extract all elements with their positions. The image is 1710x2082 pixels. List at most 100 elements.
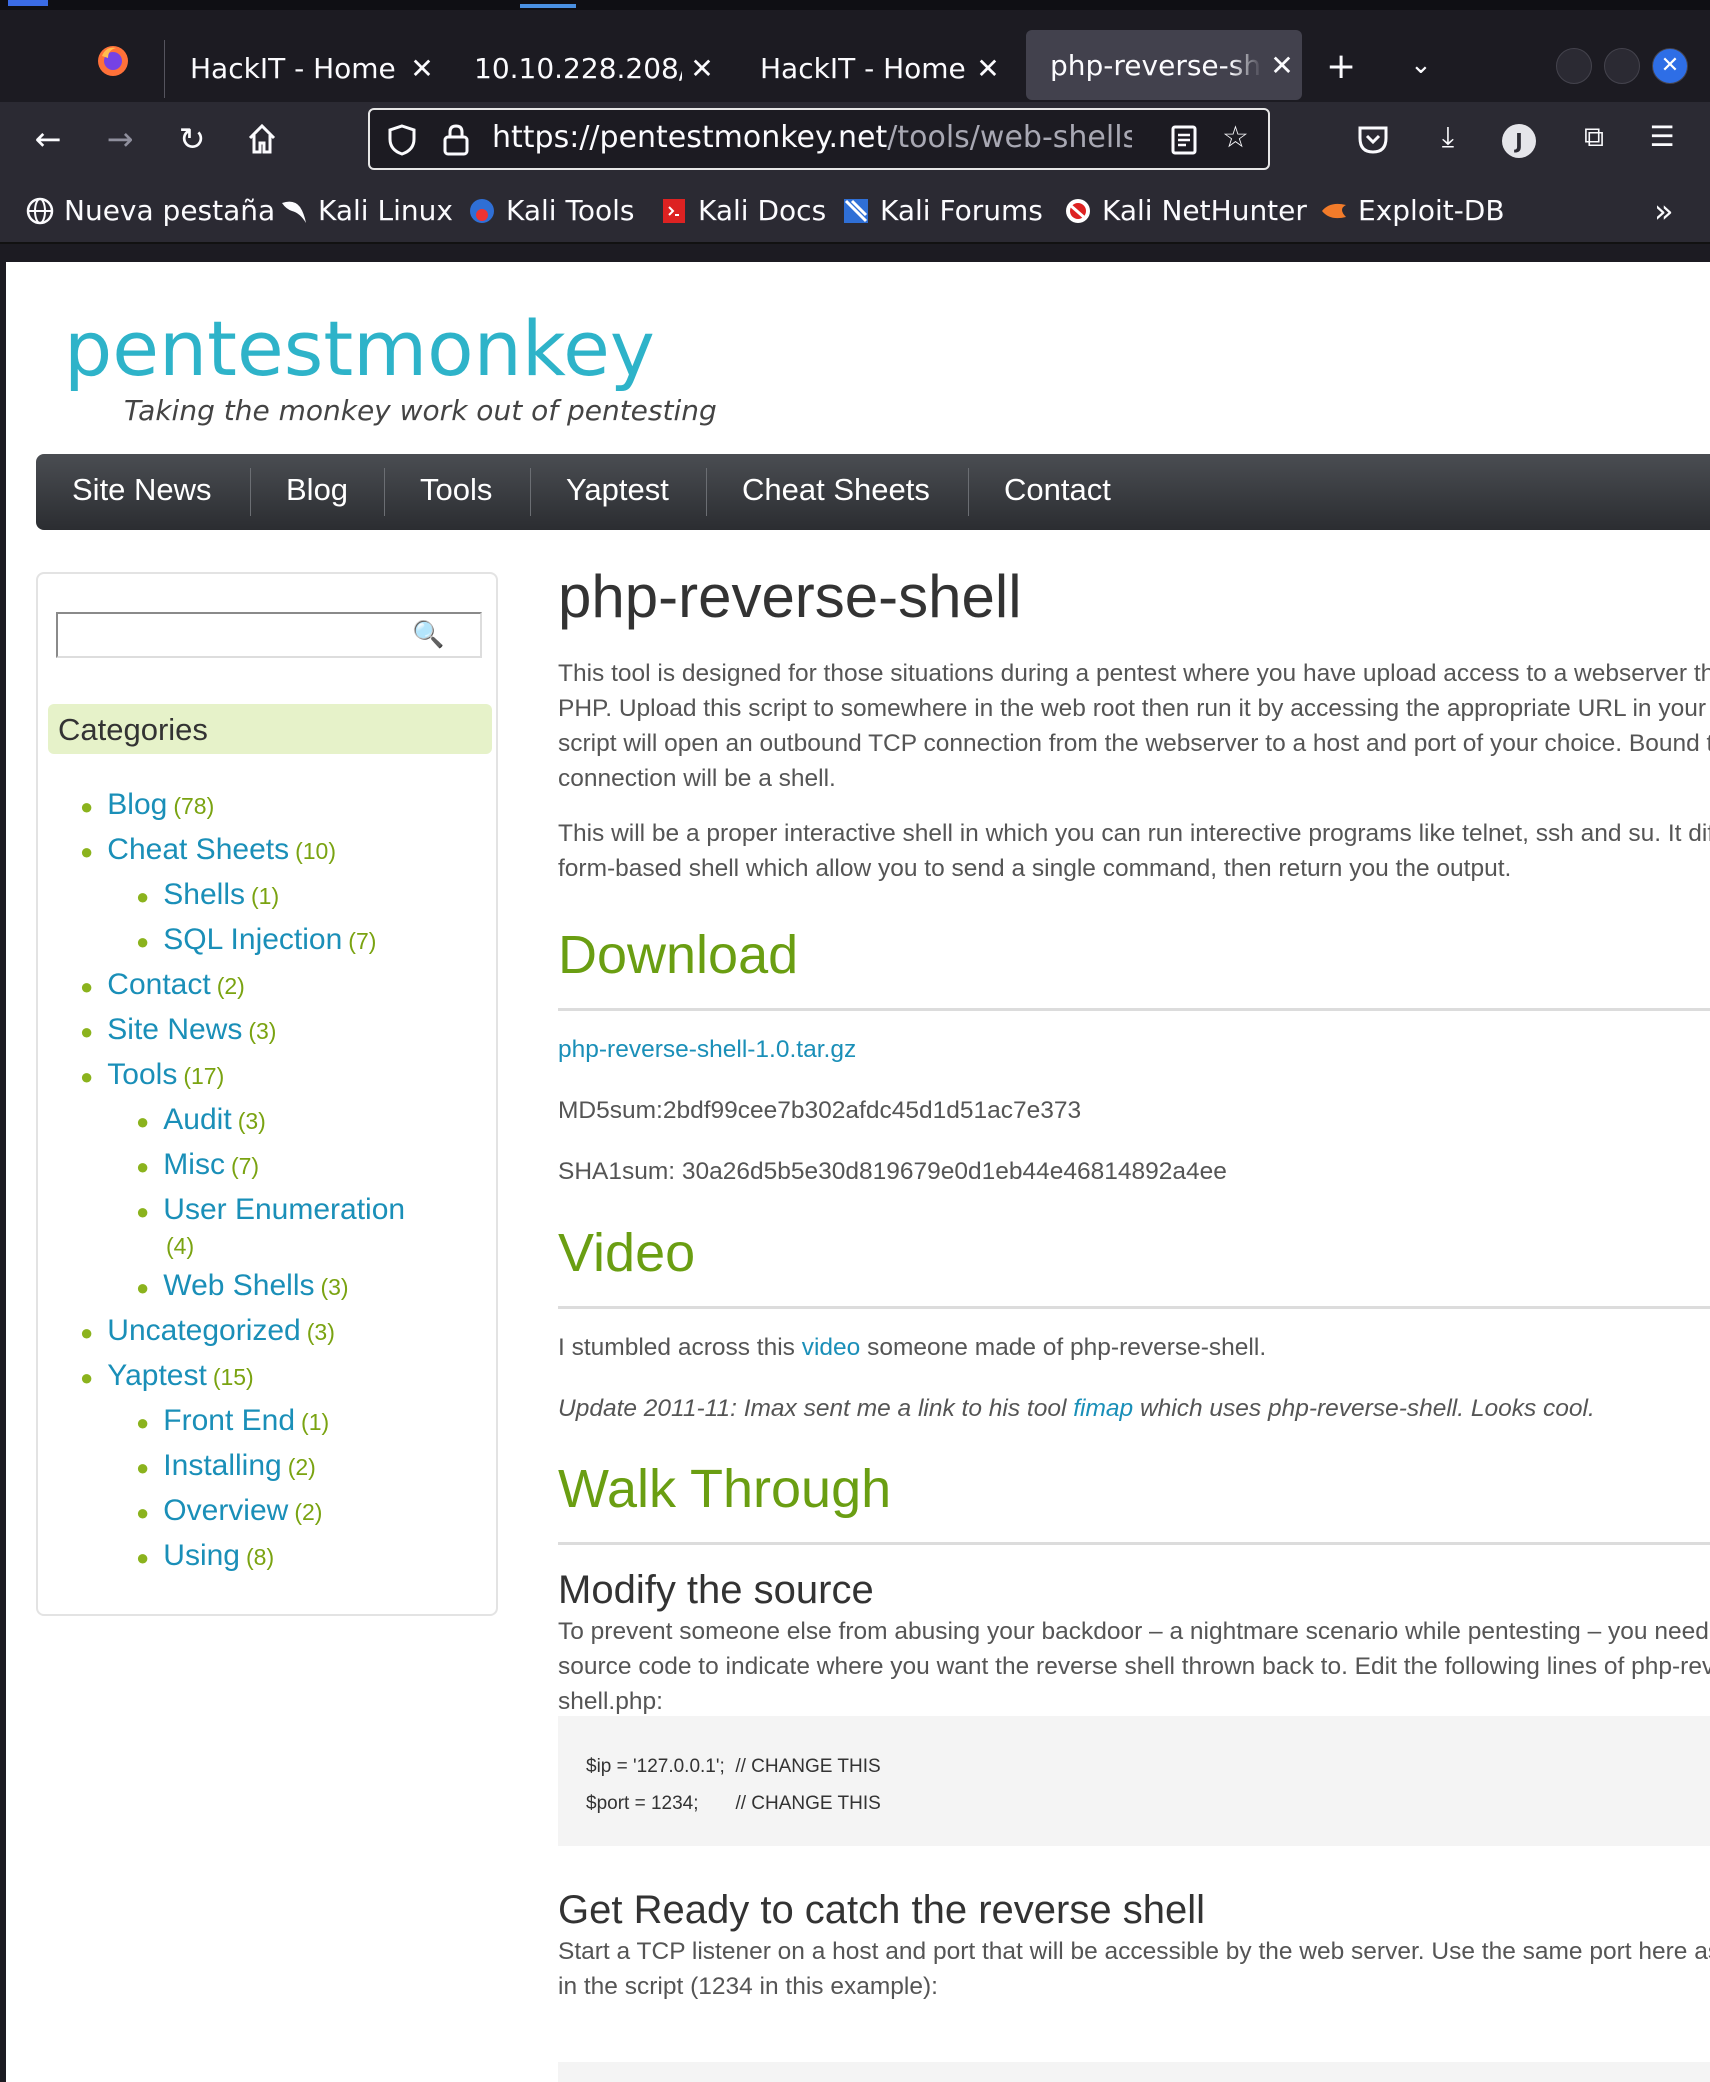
- window-close-button[interactable]: ✕: [1652, 48, 1688, 84]
- category-tools[interactable]: ● Tools (17): [80, 1058, 224, 1092]
- chevron-right-icon[interactable]: »: [1654, 192, 1674, 230]
- chevron-down-icon[interactable]: ⌄: [1410, 50, 1432, 80]
- close-icon[interactable]: ✕: [1262, 49, 1302, 82]
- site-tagline: Taking the monkey work out of pentesting: [124, 394, 717, 427]
- globe-icon: [26, 197, 54, 224]
- web-page: pentestmonkey Taking the monkey work out…: [6, 262, 1710, 2082]
- maximize-button[interactable]: [1604, 48, 1640, 84]
- tab-hackit-home-2[interactable]: HackIT - Home ✕: [736, 34, 1008, 102]
- firefox-icon[interactable]: [96, 44, 130, 78]
- tab-title: php-reverse-shell: [1050, 48, 1262, 82]
- kali-tools-icon: [470, 198, 494, 223]
- modify-source-text: To prevent someone else from abusing you…: [558, 1618, 1710, 1715]
- categories-heading: Categories: [48, 704, 492, 754]
- category-site-news[interactable]: ● Site News (3): [80, 1013, 276, 1047]
- bookmark-kali-docs[interactable]: Kali Docs: [660, 194, 826, 227]
- download-link[interactable]: php-reverse-shell-1.0.tar.gz: [558, 1032, 1710, 1067]
- intro-paragraph-2: This will be a proper interactive shell …: [558, 820, 1710, 882]
- category-sql-injection[interactable]: ● SQL Injection (7): [136, 923, 376, 957]
- category-misc[interactable]: ● Misc (7): [136, 1148, 259, 1182]
- home-icon[interactable]: [246, 122, 278, 156]
- menu-separator: [530, 468, 531, 516]
- kali-docs-icon: [663, 198, 685, 223]
- category-front-end[interactable]: ● Front End (1): [136, 1404, 329, 1438]
- category-contact[interactable]: ● Contact (2): [80, 968, 245, 1002]
- category-shells[interactable]: ● Shells (1): [136, 878, 279, 912]
- menu-contact[interactable]: Contact: [1004, 472, 1111, 508]
- bookmark-kali-tools[interactable]: Kali Tools: [468, 194, 634, 227]
- menu-cheat-sheets[interactable]: Cheat Sheets: [742, 472, 930, 508]
- bookmark-nueva-pestana[interactable]: Nueva pestaña: [26, 194, 275, 227]
- menu-site-news[interactable]: Site News: [72, 472, 212, 508]
- tab-title: HackIT - Home: [760, 51, 966, 85]
- lock-icon[interactable]: [442, 123, 470, 157]
- category-uncategorized[interactable]: ● Uncategorized (3): [80, 1314, 335, 1348]
- menu-icon[interactable]: ☰: [1640, 120, 1684, 153]
- bookmark-kali-forums[interactable]: Kali Forums: [842, 194, 1043, 227]
- shield-icon[interactable]: [386, 123, 418, 157]
- download-icon[interactable]: ⤓: [1426, 120, 1470, 154]
- back-arrow-icon[interactable]: ←: [26, 120, 70, 158]
- forward-arrow-icon[interactable]: →: [98, 120, 142, 158]
- category-blog[interactable]: ● Blog (78): [80, 788, 214, 822]
- ready-text: Start a TCP listener on a host and port …: [558, 1938, 1710, 2000]
- url-text[interactable]: https://pentestmonkey.net/tools/web-shel…: [492, 120, 1132, 155]
- download-heading: Download: [558, 925, 799, 985]
- divider: [558, 1008, 1710, 1011]
- url-bar[interactable]: https://pentestmonkey.net/tools/web-shel…: [368, 108, 1270, 170]
- menu-separator: [706, 468, 707, 516]
- fimap-link[interactable]: fimap: [1073, 1395, 1133, 1422]
- menu-tools[interactable]: Tools: [420, 472, 492, 508]
- divider: [558, 1542, 1710, 1545]
- site-title[interactable]: pentestmonkey: [64, 304, 655, 393]
- new-tab-button[interactable]: +: [1326, 46, 1356, 87]
- bookmark-label: Kali Docs: [698, 194, 827, 227]
- bookmark-label: Kali Linux: [318, 194, 453, 227]
- account-avatar[interactable]: J: [1502, 124, 1536, 158]
- menu-blog[interactable]: Blog: [286, 472, 348, 508]
- tab-uploads[interactable]: 10.10.228.208/uploads ✕: [450, 34, 722, 102]
- close-icon[interactable]: ✕: [968, 52, 1008, 85]
- kali-forums-icon: [844, 198, 868, 223]
- tab-php-reverse-shell[interactable]: php-reverse-shell ✕: [1026, 30, 1302, 100]
- extensions-icon[interactable]: ⧉: [1572, 120, 1616, 154]
- video-link[interactable]: video: [802, 1334, 861, 1361]
- video-heading: Video: [558, 1223, 696, 1283]
- tab-title: HackIT - Home: [190, 51, 396, 85]
- category-audit[interactable]: ● Audit (3): [136, 1103, 266, 1137]
- search-icon[interactable]: 🔍: [412, 620, 444, 650]
- bookmark-star-icon[interactable]: ☆: [1222, 120, 1249, 155]
- bookmark-label: Kali Forums: [880, 194, 1043, 227]
- category-user-enumeration[interactable]: ● User Enumeration: [136, 1193, 405, 1227]
- category-web-shells[interactable]: ● Web Shells (3): [136, 1269, 349, 1303]
- md5-sum: MD5sum:2bdf99cee7b302afdc45d1d51ac7e373: [558, 1097, 1082, 1124]
- reload-icon[interactable]: ↻: [170, 120, 214, 158]
- sidebar: 🔍 Categories ● Blog (78) ● Cheat Sheets (10)…: [36, 572, 498, 1616]
- tab-bar: HackIT - Home ✕ 10.10.228.208/uploads ✕ …: [0, 10, 1710, 102]
- reader-view-icon[interactable]: [1170, 124, 1198, 156]
- modify-source-heading: Modify the source: [558, 1568, 874, 1612]
- code-block: $ip = '127.0.0.1'; // CHANGE THIS $port …: [558, 1716, 1710, 1846]
- divider: [558, 1306, 1710, 1309]
- bookmark-exploit-db[interactable]: Exploit-DB: [1320, 194, 1505, 227]
- category-yaptest[interactable]: ● Yaptest (15): [80, 1359, 254, 1393]
- site-menu: Site News Blog Tools Yaptest Cheat Sheet…: [36, 454, 1710, 530]
- category-using[interactable]: ● Using (8): [136, 1539, 274, 1573]
- close-icon[interactable]: ✕: [402, 52, 442, 85]
- category-overview[interactable]: ● Overview (2): [136, 1494, 322, 1528]
- tab-hackit-home-1[interactable]: HackIT - Home ✕: [166, 34, 442, 102]
- close-icon[interactable]: ✕: [682, 52, 722, 85]
- navigation-toolbar: ← → ↻ https://pentestmonkey.net/tools/we…: [0, 102, 1710, 182]
- minimize-button[interactable]: [1556, 48, 1592, 84]
- menu-yaptest[interactable]: Yaptest: [566, 472, 669, 508]
- bookmark-kali-linux[interactable]: Kali Linux: [280, 194, 453, 227]
- update-note: Update 2011-11: Imax sent me a link to h…: [558, 1395, 1595, 1422]
- bookmark-label: Kali Tools: [506, 194, 635, 227]
- bookmark-kali-nethunter[interactable]: Kali NetHunter: [1064, 194, 1307, 227]
- menu-separator: [968, 468, 969, 516]
- menu-separator: [384, 468, 385, 516]
- category-cheat-sheets[interactable]: ● Cheat Sheets (10): [80, 833, 336, 867]
- os-top-strip: [0, 0, 1710, 10]
- pocket-icon[interactable]: [1356, 122, 1390, 156]
- category-installing[interactable]: ● Installing (2): [136, 1449, 316, 1483]
